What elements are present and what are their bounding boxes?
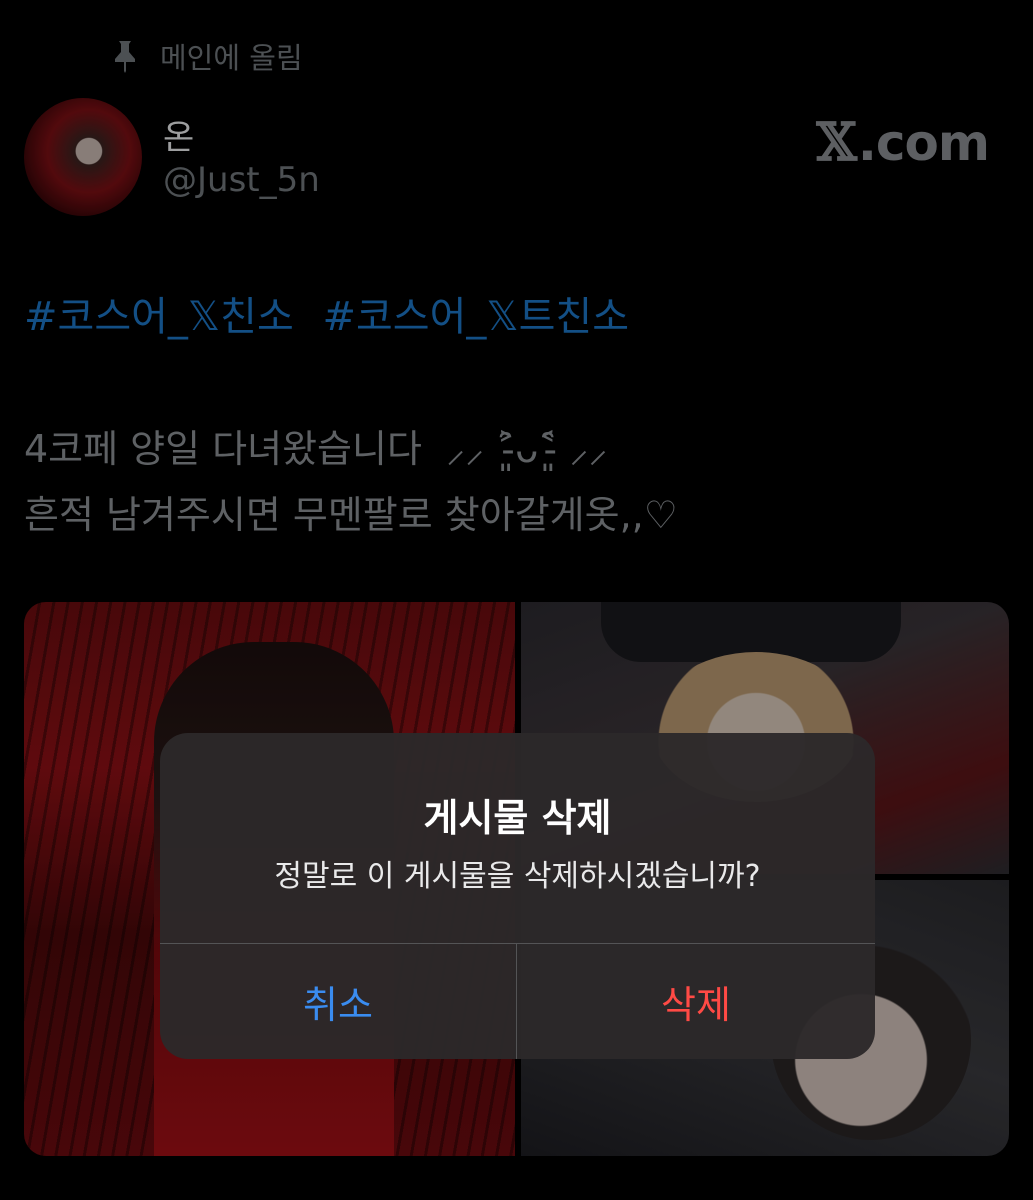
- x-logo-icon: 𝕏: [816, 112, 857, 173]
- tweet-body: 4코페 양일 다녀왔습니다 ‎ ⸝⸝ ˃̵͈̑ᴗ˂̵͈̑ ⸝⸝ 흔적 남겨주시면…: [24, 416, 678, 548]
- tweet-screen: 메인에 올림 온 @Just_5n 𝕏 .com #코스어_𝕏친소 #코스어_𝕏…: [0, 0, 1033, 1200]
- alert-title: 게시물 삭제: [423, 796, 612, 840]
- delete-button[interactable]: 삭제: [517, 944, 875, 1059]
- x-com-suffix: .com: [857, 113, 990, 172]
- pinned-label: 메인에 올림: [160, 41, 303, 75]
- hashtag-link[interactable]: #코스어_𝕏트친소: [322, 294, 629, 340]
- user-handle[interactable]: @Just_5n: [163, 160, 320, 200]
- tweet-line: 4코페 양일 다녀왔습니다 ‎ ⸝⸝ ˃̵͈̑ᴗ˂̵͈̑ ⸝⸝: [24, 427, 608, 471]
- hashtag-row: #코스어_𝕏친소 #코스어_𝕏트친소: [24, 284, 645, 342]
- cancel-button[interactable]: 취소: [160, 944, 516, 1059]
- alert-message: 정말로 이 게시물을 삭제하시겠습니까?: [274, 859, 761, 894]
- pinned-indicator: 메인에 올림: [110, 36, 303, 76]
- hashtag-link[interactable]: #코스어_𝕏친소: [24, 294, 294, 340]
- pin-icon: [110, 38, 140, 74]
- x-com-logo: 𝕏 .com: [816, 112, 990, 173]
- tweet-line: 흔적 남겨주시면 무멘팔로 찾아갈게옷,,♡: [24, 493, 678, 537]
- avatar[interactable]: [24, 98, 142, 216]
- delete-post-alert: 게시물 삭제 정말로 이 게시물을 삭제하시겠습니까? 취소 삭제: [160, 733, 875, 1059]
- display-name[interactable]: 온: [163, 110, 194, 159]
